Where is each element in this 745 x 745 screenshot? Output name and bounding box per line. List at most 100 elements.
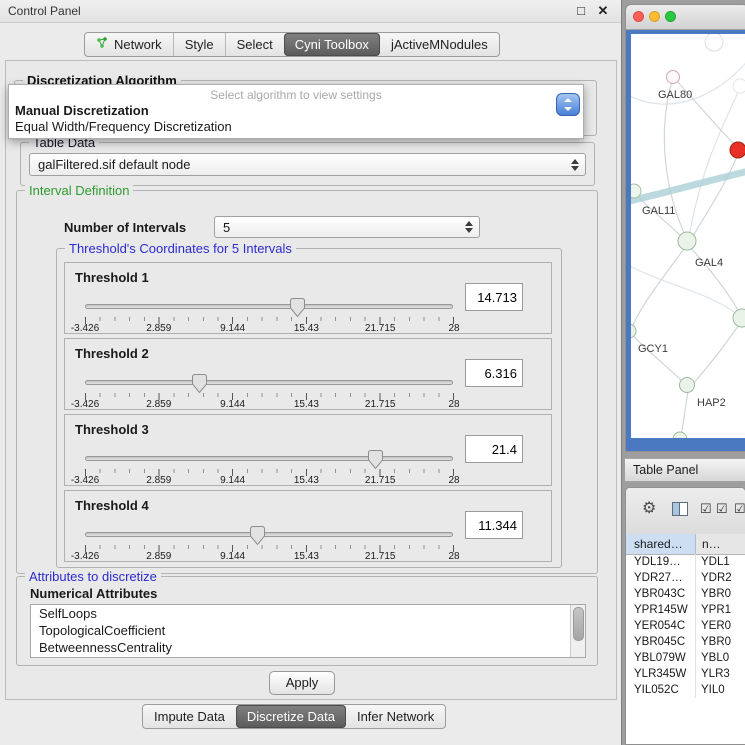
slider-track[interactable] (85, 304, 453, 309)
scale-label: 21.715 (365, 551, 396, 562)
list-item[interactable]: SelfLoops (31, 605, 585, 622)
scale-label: 15.43 (294, 323, 319, 334)
slider-handle[interactable] (368, 450, 383, 469)
cell[interactable]: YBR0 (696, 586, 745, 602)
dropdown-item-equal-width[interactable]: Equal Width/Frequency Discretization (9, 119, 583, 135)
threshold-1-slider[interactable] (85, 297, 453, 317)
tab-discretize-data[interactable]: Discretize Data (236, 705, 346, 728)
table-row[interactable]: YBR045CYBR0 (626, 634, 745, 650)
table-row[interactable]: YIL052CYIL0 (626, 682, 745, 698)
table-columns-icon[interactable] (672, 502, 688, 516)
cell[interactable]: YPR145W (626, 602, 696, 618)
cell[interactable]: YBL0 (696, 650, 745, 666)
number-of-intervals-combobox[interactable]: 5 (214, 216, 480, 238)
cell[interactable]: YER054C (626, 618, 696, 634)
tab-select[interactable]: Select (225, 33, 284, 56)
network-node[interactable] (705, 34, 723, 51)
cell[interactable]: YBR045C (626, 634, 696, 650)
list-item[interactable]: BetweennessCentrality (31, 639, 585, 656)
apply-button[interactable]: Apply (269, 671, 335, 695)
float-window-icon[interactable]: □ (573, 2, 589, 20)
tab-infer-network[interactable]: Infer Network (346, 705, 445, 728)
network-node[interactable] (673, 432, 687, 438)
cell[interactable]: YPR1 (696, 602, 745, 618)
zoom-traffic-light-icon[interactable] (665, 11, 676, 22)
close-traffic-light-icon[interactable] (633, 11, 644, 22)
network-canvas[interactable]: GAL80 GAL11 GAL4 GCY1 HAP2 (631, 34, 745, 438)
node-label-gal80: GAL80 (658, 89, 692, 101)
slider-handle[interactable] (192, 374, 207, 393)
cell[interactable]: YLR3 (696, 666, 745, 682)
numerical-attributes-list[interactable]: SelfLoops TopologicalCoefficient Between… (30, 604, 586, 658)
checkbox-icon[interactable]: ☑ (700, 501, 712, 517)
cell[interactable]: YDL1 (696, 554, 745, 570)
cell[interactable]: YIL0 (696, 682, 745, 698)
tab-jactivemnodules[interactable]: jActiveMNodules (380, 33, 499, 56)
tab-style[interactable]: Style (173, 33, 225, 56)
minimize-traffic-light-icon[interactable] (649, 11, 660, 22)
network-node-gal80[interactable] (667, 71, 680, 84)
cell[interactable]: YBL079W (626, 650, 696, 666)
cell[interactable]: YBR043C (626, 586, 696, 602)
table-row[interactable]: YBL079WYBL0 (626, 650, 745, 666)
highlighted-edge[interactable] (631, 170, 745, 202)
network-node-gal4[interactable] (678, 232, 696, 250)
column-header-name[interactable]: n… (696, 534, 745, 554)
cell[interactable]: YDL19… (626, 554, 696, 570)
slider-scale: -3.426 2.859 9.144 15.43 21.715 28 (85, 551, 454, 562)
slider-track[interactable] (85, 380, 453, 385)
cell[interactable]: YER0 (696, 618, 745, 634)
cell[interactable]: YIL052C (626, 682, 696, 698)
scrollbar-thumb[interactable] (573, 607, 584, 641)
table-row[interactable]: YER054CYER0 (626, 618, 745, 634)
scale-label: 15.43 (294, 399, 319, 410)
close-window-icon[interactable]: ✕ (595, 2, 611, 20)
tab-impute-data[interactable]: Impute Data (143, 705, 236, 728)
checkbox-icon[interactable]: ☑ (734, 501, 745, 517)
tab-network[interactable]: Network (85, 33, 173, 56)
gear-icon[interactable]: ⚙ (642, 500, 656, 518)
column-header-shared[interactable]: shared… (626, 534, 696, 554)
threshold-3-slider[interactable] (85, 449, 453, 469)
cell[interactable]: YLR345W (626, 666, 696, 682)
threshold-4-value-field[interactable] (465, 511, 523, 539)
threshold-3-panel: Threshold 3 -3.426 2.859 9.144 15.43 21.… (64, 414, 552, 486)
threshold-2-slider[interactable] (85, 373, 453, 393)
list-item[interactable]: TopologicalCoefficient (31, 622, 585, 639)
threshold-2-value-field[interactable] (465, 359, 523, 387)
threshold-4-slider[interactable] (85, 525, 453, 545)
algorithm-combo-stepper[interactable] (556, 93, 580, 116)
table-header-row: shared… n… (626, 534, 745, 555)
network-node-gcy1[interactable] (631, 324, 636, 338)
dropdown-item-manual-discretization[interactable]: Manual Discretization (9, 103, 583, 119)
table-row[interactable]: YBR043CYBR0 (626, 586, 745, 602)
tab-cyni-toolbox[interactable]: Cyni Toolbox (284, 33, 380, 56)
table-data-combobox[interactable]: galFiltered.sif default node (29, 153, 586, 176)
table-row[interactable]: YDR27…YDR2 (626, 570, 745, 586)
scale-label: -3.426 (71, 551, 99, 562)
cell[interactable]: YDR27… (626, 570, 696, 586)
selected-network-node[interactable] (730, 142, 745, 158)
cell[interactable]: YBR0 (696, 634, 745, 650)
table-row[interactable]: YLR345WYLR3 (626, 666, 745, 682)
network-node-gal11[interactable] (631, 184, 641, 198)
threshold-3-value-field[interactable] (465, 435, 523, 463)
checkbox-icon[interactable]: ☑ (716, 501, 728, 517)
table-rows: YDL19…YDL1 YDR27…YDR2 YBR043CYBR0 YPR145… (626, 554, 745, 744)
scale-label: 15.43 (294, 475, 319, 486)
table-row[interactable]: YPR145WYPR1 (626, 602, 745, 618)
slider-track[interactable] (85, 456, 453, 461)
cell[interactable]: YDR2 (696, 570, 745, 586)
network-node-hap2[interactable] (680, 378, 695, 393)
list-scrollbar[interactable] (570, 605, 585, 657)
numerical-attributes-label: Numerical Attributes (30, 586, 157, 601)
node-label-gal4: GAL4 (695, 257, 723, 269)
slider-handle[interactable] (290, 298, 305, 317)
scale-label: 15.43 (294, 551, 319, 562)
threshold-4-panel: Threshold 4 -3.426 2.859 9.144 15.43 21.… (64, 490, 552, 562)
slider-track[interactable] (85, 532, 453, 537)
threshold-1-value-field[interactable] (465, 283, 523, 311)
table-row[interactable]: YDL19…YDL1 (626, 554, 745, 570)
slider-handle[interactable] (250, 526, 265, 545)
network-node[interactable] (733, 79, 745, 93)
